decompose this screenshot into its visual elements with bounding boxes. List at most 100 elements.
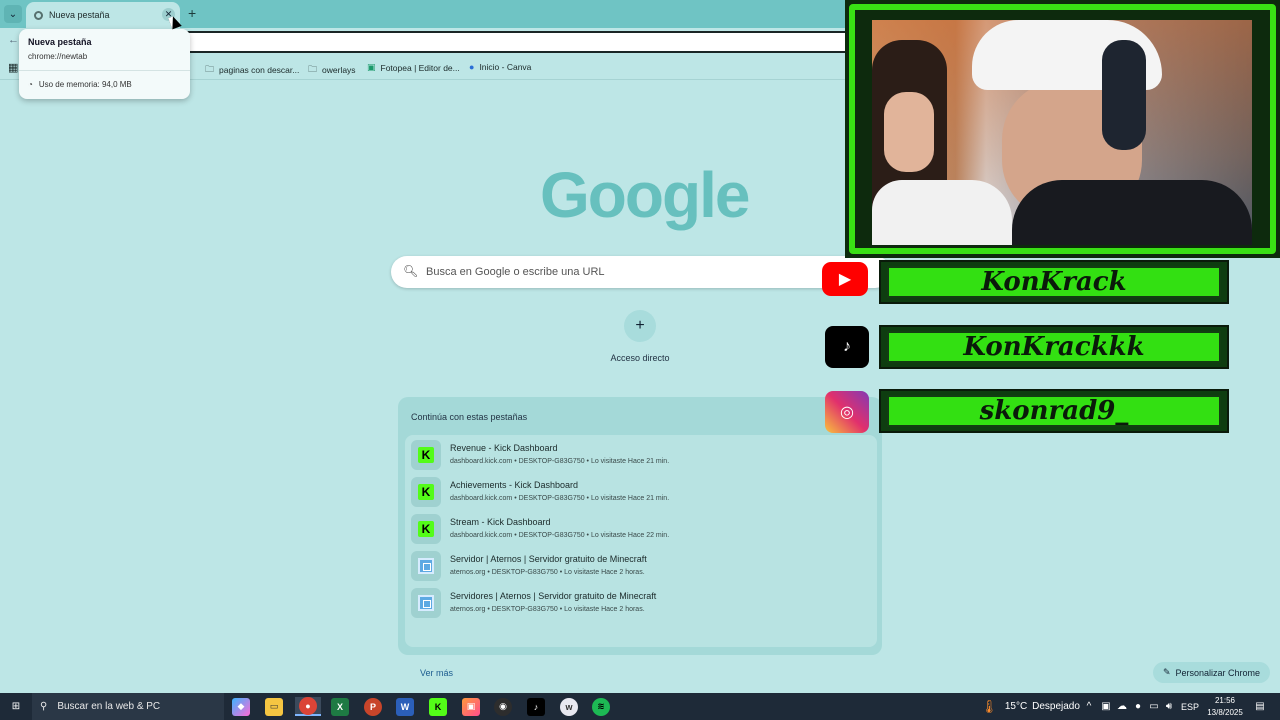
canva-icon: ● (469, 62, 475, 72)
memory-text: Uso de memoria: 94,0 MB (38, 80, 132, 89)
kick-icon: K (411, 477, 441, 507)
bookmark-label: Fotopea | Editor de... (380, 62, 460, 73)
list-item[interactable]: Servidor | Aternos | Servidor gratuito d… (408, 548, 874, 584)
clock-time[interactable]: 21:56 (1203, 694, 1247, 706)
item-subtitle: aternos.org • DESKTOP-G83G750 • Lo visit… (450, 606, 645, 613)
weather-desc[interactable]: Despejado (1032, 697, 1080, 716)
apps-grid-icon[interactable]: ▦ (8, 61, 18, 74)
weather-icon[interactable]: 🌡︎ (980, 697, 998, 716)
customize-chrome-button[interactable]: ✎ Personalizar Chrome (1153, 662, 1270, 683)
search-box[interactable]: 🔍︎ Busca en Google o escribe una URL (391, 256, 891, 288)
taskbar-search[interactable]: ⚲ Buscar en la web & PC (32, 693, 224, 720)
item-title: Achievements - Kick Dashboard (450, 480, 579, 490)
bookmark-item[interactable]: 🗀 owerlays (308, 62, 356, 78)
tab-new-tab[interactable]: Nueva pestaña ✕ (26, 2, 180, 28)
bookmark-label: Inicio - Canva (479, 62, 532, 72)
continue-heading: Continúa con estas pestañas (411, 412, 528, 422)
language-indicator[interactable]: ESP (1180, 697, 1200, 716)
bookmark-item[interactable]: ▣ Fotopea | Editor de... (367, 62, 460, 73)
network-icon[interactable]: ▭ (1148, 697, 1160, 716)
tiktok-handle: KonKrackkk (887, 331, 1221, 363)
tiktok-taskbar-icon[interactable]: ♪ (527, 697, 545, 716)
kick-icon: K (411, 440, 441, 470)
photopea-icon: ▣ (367, 62, 376, 72)
customize-chrome-label: Personalizar Chrome (1175, 667, 1261, 678)
chevron-up-icon[interactable]: ^ (1083, 697, 1095, 716)
instagram-handle: skonrad9_ (887, 395, 1221, 427)
memory-icon: ◔ (28, 80, 33, 89)
pencil-icon: ✎ (1162, 667, 1171, 677)
excel-icon[interactable]: X (331, 697, 349, 716)
bookmark-item[interactable]: ● Inicio - Canva (469, 62, 531, 72)
youtube-row: ▶ (822, 262, 868, 296)
cloud-icon[interactable]: ☁ (1116, 697, 1128, 716)
back-arrow-icon[interactable]: ← (8, 34, 19, 46)
folder-icon: 🗀 (205, 64, 215, 74)
list-item[interactable]: K Revenue - Kick Dashboard dashboard.kic… (408, 437, 874, 473)
kick-taskbar-icon[interactable]: K (429, 697, 447, 716)
list-item[interactable]: K Achievements - Kick Dashboard dashboar… (408, 474, 874, 510)
word-icon[interactable]: W (396, 697, 414, 716)
tray-app-icon[interactable]: ▣ (1100, 697, 1112, 716)
hovercard-memory: ◔ Uso de memoria: 94,0 MB (28, 80, 132, 89)
tiktok-banner: KonKrackkk (879, 325, 1229, 369)
folder-icon: 🗀 (308, 64, 318, 74)
new-tab-button[interactable]: + (188, 5, 196, 21)
powerpoint-icon[interactable]: P (364, 697, 382, 716)
youtube-handle: KonKrack (887, 266, 1221, 298)
bookmark-item[interactable]: 🗀 paginas con descar... (205, 62, 299, 78)
spotify-icon[interactable]: ≋ (592, 697, 610, 716)
youtube-icon: ▶ (822, 262, 868, 296)
chrome-favicon-icon (34, 10, 43, 20)
taskbar-search-label: Buscar en la web & PC (57, 701, 161, 712)
list-item[interactable]: K Stream - Kick Dashboard dashboard.kick… (408, 511, 874, 547)
hovercard-title: Nueva pestaña (28, 37, 92, 47)
copilot-icon[interactable]: ◆ (232, 697, 250, 716)
search-icon: ⚲ (40, 701, 48, 712)
notifications-icon[interactable]: ▤ (1252, 697, 1268, 716)
clock-date[interactable]: 13/8/2025 (1203, 706, 1247, 718)
app-w-icon[interactable]: w (560, 697, 578, 716)
microphone-icon[interactable]: ● (1132, 697, 1144, 716)
tab-title: Nueva pestaña (49, 10, 110, 20)
instagram-row: ◎ (825, 391, 869, 433)
item-title: Stream - Kick Dashboard (450, 517, 551, 527)
file-explorer-icon[interactable]: ▭ (265, 697, 283, 716)
hovercard-url: chrome://newtab (28, 52, 88, 61)
hovercard-divider (19, 70, 190, 71)
item-subtitle: dashboard.kick.com • DESKTOP-G83G750 • L… (450, 532, 670, 539)
item-subtitle: dashboard.kick.com • DESKTOP-G83G750 • L… (450, 495, 670, 502)
add-shortcut-button[interactable]: + (624, 310, 656, 342)
search-placeholder: Busca en Google o escribe una URL (426, 266, 605, 278)
instagram-banner: skonrad9_ (879, 389, 1229, 433)
bookmark-label: paginas con descar... (219, 65, 300, 75)
bookmark-label: owerlays (322, 65, 356, 75)
item-subtitle: aternos.org • DESKTOP-G83G750 • Lo visit… (450, 569, 645, 576)
tab-hover-card: Nueva pestaña chrome://newtab ◔ Uso de m… (19, 29, 190, 99)
list-item[interactable]: Servidores | Aternos | Servidor gratuito… (408, 585, 874, 621)
item-subtitle: dashboard.kick.com • DESKTOP-G83G750 • L… (450, 458, 670, 465)
photos-icon[interactable]: ▣ (462, 697, 480, 716)
google-logo: Google (540, 159, 750, 231)
instagram-icon: ◎ (825, 391, 869, 433)
weather-temp[interactable]: 15°C (1001, 697, 1031, 716)
tab-search-button[interactable]: ⌄ (4, 5, 22, 23)
aternos-icon (411, 588, 441, 618)
taskbar: ⊞ ⚲ Buscar en la web & PC ◆ ▭ ● X P W K … (0, 693, 1280, 720)
tiktok-row: ♪ (825, 326, 869, 368)
youtube-banner: KonKrack (879, 260, 1229, 304)
aternos-icon (411, 551, 441, 581)
webcam-feed (872, 20, 1252, 245)
chrome-taskbar-icon[interactable]: ● (295, 696, 321, 716)
tiktok-icon: ♪ (825, 326, 869, 368)
item-title: Revenue - Kick Dashboard (450, 443, 558, 453)
volume-icon[interactable]: 🔊︎ (1162, 697, 1176, 716)
add-shortcut-label[interactable]: Acceso directo (590, 353, 690, 363)
kick-icon: K (411, 514, 441, 544)
obs-icon[interactable]: ◉ (494, 697, 512, 716)
continue-tabs-panel: Continúa con estas pestañas K Revenue - … (398, 397, 882, 678)
windows-start-icon[interactable]: ⊞ (8, 697, 24, 716)
item-title: Servidores | Aternos | Servidor gratuito… (450, 591, 657, 601)
see-more-link[interactable]: Ver más (420, 668, 453, 678)
search-icon: 🔍︎ (403, 264, 419, 278)
